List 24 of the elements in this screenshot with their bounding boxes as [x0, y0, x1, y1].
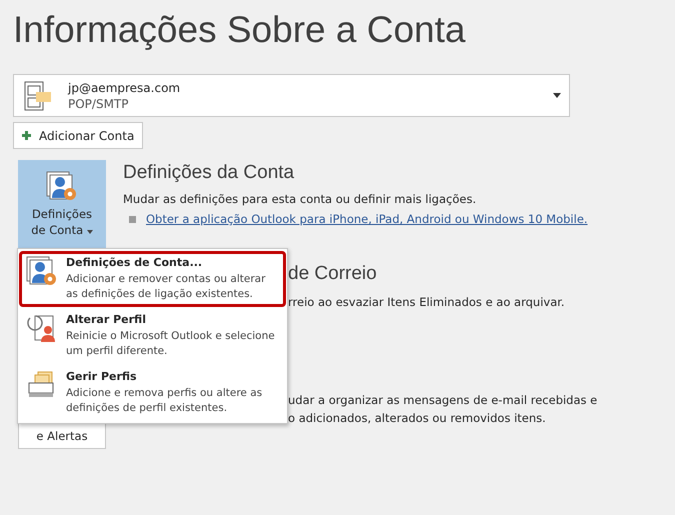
section-heading: de Correio — [288, 263, 378, 285]
bullet-icon — [129, 216, 136, 222]
account-settings-button[interactable]: Definições de Conta — [18, 160, 106, 248]
section-description: udar a organizar as mensagens de e-mail recebidas e — [288, 393, 598, 407]
account-settings-icon — [26, 255, 58, 287]
section-description: rreio ao esvaziar Itens Eliminados e ao arquivar. — [288, 295, 565, 309]
account-email: jp@aempresa.com — [68, 80, 180, 94]
rules-alerts-button[interactable]: e Alertas — [18, 424, 106, 449]
add-account-button[interactable]: Adicionar Conta — [13, 122, 144, 149]
menu-item[interactable]: Alterar Perfil Reinicie o Microsoft Outlook e selecione um perfil diferente. — [19, 308, 286, 364]
caret-icon — [86, 230, 93, 234]
page-title: Informações Sobre a Conta — [13, 8, 466, 52]
account-type: POP/SMTP — [68, 96, 130, 110]
menu-item[interactable]: Gerir Perfis Adicione e remova perfis ou altere as definições de perfil existentes. — [19, 365, 286, 421]
section-description: o adicionados, alterados ou removidos itens. — [288, 411, 547, 425]
account-settings-icon — [46, 170, 78, 202]
mail-cabinet-icon — [22, 80, 54, 112]
plus-icon — [22, 131, 31, 140]
account-dropdown[interactable]: jp@aempresa.com POP/SMTP — [13, 74, 570, 117]
outlook-app-link[interactable]: Obter a aplicação Outlook para iPhone, iPad, Android ou Windows 10 Mobile. — [146, 212, 588, 226]
menu-item[interactable]: Definições de Conta... Adicionar e remover contas ou alterar as definições de ligação existentes. — [19, 251, 286, 307]
dropdown-caret-icon — [553, 93, 561, 98]
section-heading: Definições da Conta — [123, 162, 296, 184]
section-description: Mudar as definições para esta conta ou definir mais ligações. — [123, 192, 478, 206]
